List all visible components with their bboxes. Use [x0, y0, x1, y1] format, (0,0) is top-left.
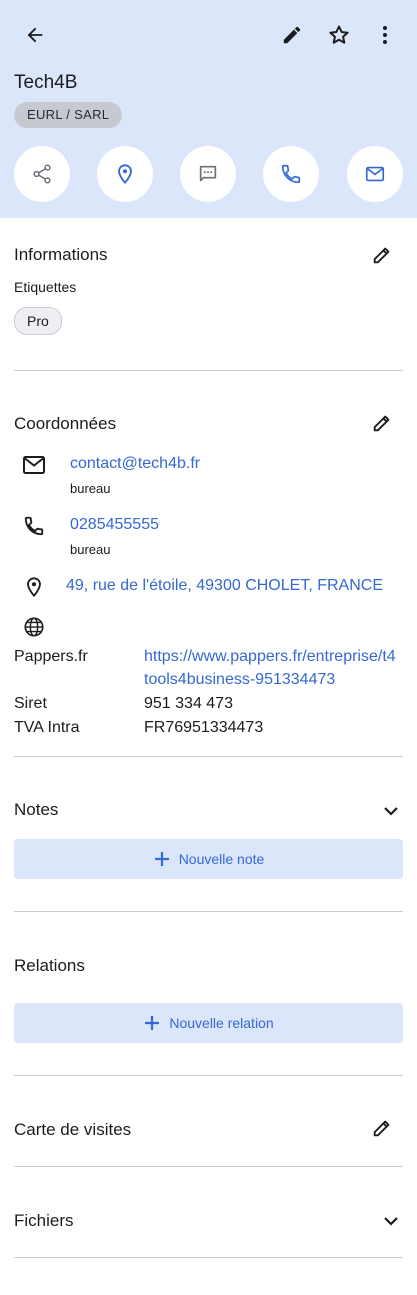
- divider: [14, 1257, 403, 1258]
- globe-icon: [22, 615, 46, 639]
- add-relation-label: Nouvelle relation: [169, 1015, 274, 1031]
- phone-icon: [22, 514, 46, 538]
- map-button[interactable]: [97, 146, 153, 202]
- mail-icon: [365, 166, 385, 182]
- divider: [14, 1075, 403, 1076]
- mail-icon: [22, 454, 46, 476]
- fichiers-expand-button[interactable]: [376, 1206, 406, 1236]
- phone-link[interactable]: 0285455555: [70, 516, 159, 534]
- pappers-label: Pappers.fr: [14, 648, 88, 665]
- back-button[interactable]: [20, 20, 50, 50]
- call-button[interactable]: [263, 146, 319, 202]
- pencil-outline-icon: [373, 415, 390, 432]
- pencil-outline-icon: [373, 1120, 390, 1137]
- location-pin-icon: [118, 164, 132, 185]
- divider: [14, 756, 403, 757]
- edit-coordonnees-button[interactable]: [367, 408, 397, 438]
- location-pin-icon: [22, 575, 46, 599]
- edit-informations-button[interactable]: [367, 240, 397, 270]
- phone-type: bureau: [70, 542, 111, 557]
- add-note-button[interactable]: Nouvelle note: [14, 839, 403, 879]
- divider: [14, 911, 403, 912]
- edit-button[interactable]: [277, 20, 307, 50]
- legal-form-badge: EURL / SARL: [14, 102, 123, 128]
- more-vertical-icon: [383, 26, 387, 44]
- pencil-icon: [283, 26, 301, 44]
- star-outline-icon: [329, 25, 349, 44]
- fichiers-title: Fichiers: [14, 1211, 74, 1230]
- tag-chip[interactable]: Pro: [14, 307, 62, 335]
- more-button[interactable]: [370, 20, 400, 50]
- notes-title: Notes: [14, 800, 59, 819]
- arrow-back-icon: [27, 27, 43, 43]
- divider: [14, 1166, 403, 1167]
- email-link[interactable]: contact@tech4b.fr: [70, 455, 200, 473]
- pappers-link-continuation[interactable]: tools4business-951334473: [144, 671, 335, 689]
- contact-name: Tech4B: [14, 72, 78, 93]
- plus-icon: [145, 1016, 160, 1030]
- siret-value: 951 334 473: [144, 695, 233, 712]
- tags-label: Etiquettes: [14, 279, 77, 295]
- plus-icon: [154, 852, 169, 866]
- pencil-outline-icon: [373, 247, 390, 264]
- email-button[interactable]: [347, 146, 403, 202]
- edit-carte-button[interactable]: [367, 1113, 397, 1143]
- informations-title: Informations: [14, 245, 108, 264]
- siret-label: Siret: [14, 695, 47, 712]
- phone-icon: [281, 164, 301, 184]
- chevron-down-icon: [384, 807, 398, 816]
- message-icon: [199, 165, 217, 182]
- carte-title: Carte de visites: [14, 1120, 132, 1139]
- notes-expand-button[interactable]: [376, 796, 406, 826]
- add-note-label: Nouvelle note: [178, 851, 265, 867]
- message-button[interactable]: [180, 146, 236, 202]
- email-type: bureau: [70, 481, 111, 496]
- share-button[interactable]: [14, 146, 70, 202]
- add-relation-button[interactable]: Nouvelle relation: [14, 1003, 403, 1043]
- favorite-button[interactable]: [324, 20, 354, 50]
- relations-title: Relations: [14, 956, 85, 975]
- coordonnees-title: Coordonnées: [14, 414, 117, 433]
- chevron-down-icon: [384, 1217, 398, 1226]
- divider: [14, 370, 403, 371]
- share-icon: [33, 164, 51, 184]
- tva-label: TVA Intra: [14, 719, 80, 736]
- address-link[interactable]: 49, rue de l'étoile, 49300 CHOLET, FRANC…: [66, 577, 383, 595]
- tva-value: FR76951334473: [144, 719, 264, 736]
- pappers-link[interactable]: https://www.pappers.fr/entreprise/t4: [144, 648, 396, 666]
